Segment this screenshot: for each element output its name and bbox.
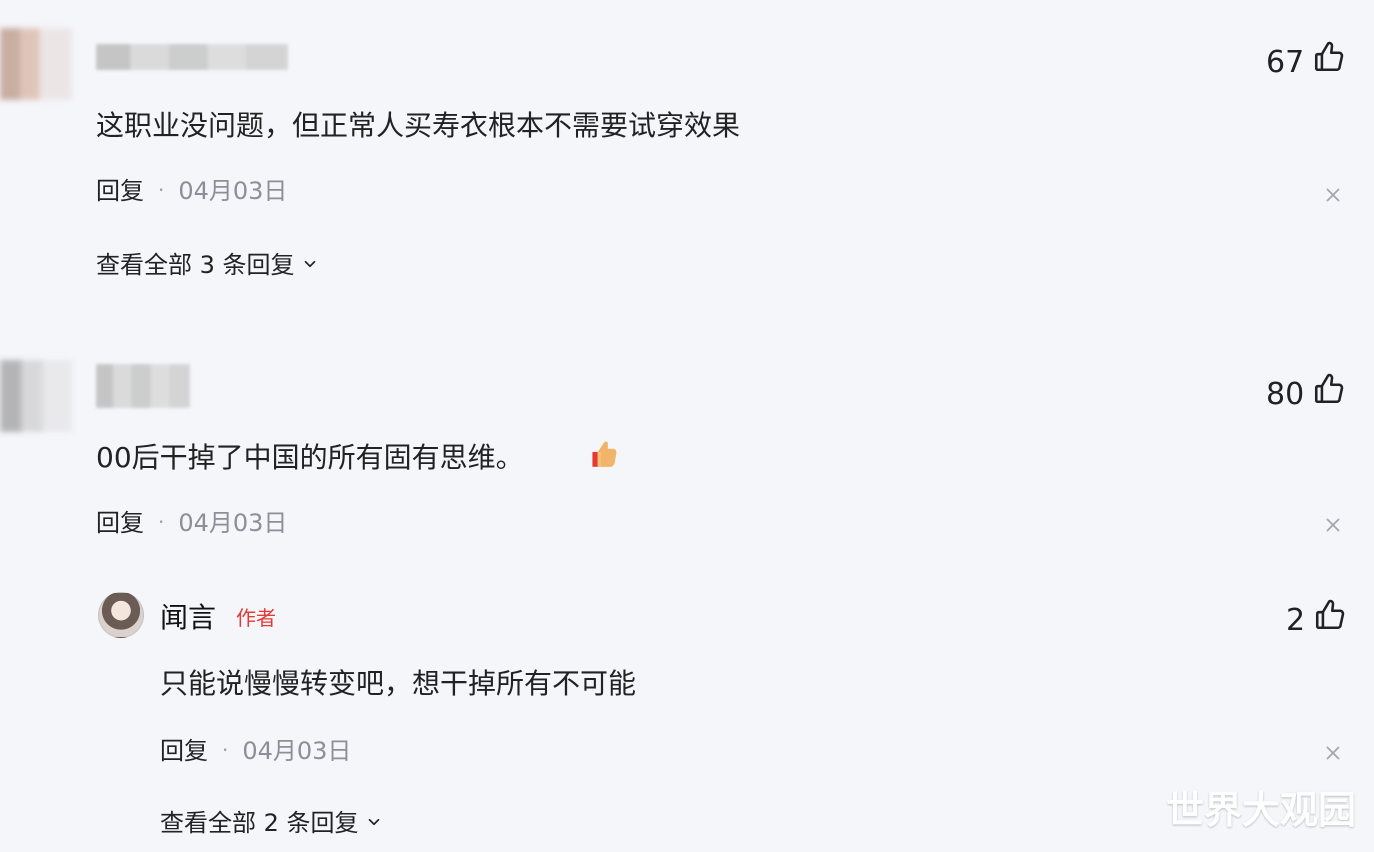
comment-1-reply-button[interactable]: 回复 xyxy=(96,174,144,208)
comment-1-view-replies[interactable]: 查看全部 3 条回复 xyxy=(96,248,319,282)
chevron-down-icon xyxy=(301,248,319,282)
reply-like-button[interactable]: 2 xyxy=(1286,598,1347,643)
thumbs-up-outline-icon xyxy=(1313,598,1347,643)
thumbs-up-outline-icon xyxy=(1312,372,1346,417)
comment-1-meta: 回复 · 04月03日 xyxy=(96,174,287,208)
chevron-down-icon xyxy=(365,806,383,840)
comment-2-avatar[interactable] xyxy=(0,360,72,432)
reply-reply-button[interactable]: 回复 xyxy=(160,734,208,768)
close-icon xyxy=(1322,188,1344,210)
reply-view-replies[interactable]: 查看全部 2 条回复 xyxy=(160,806,383,840)
thumbs-up-emoji-icon xyxy=(585,436,619,470)
author-badge: 作者 xyxy=(236,606,276,630)
separator-dot: · xyxy=(158,178,165,202)
reply-text: 只能说慢慢转变吧，想干掉所有不可能 xyxy=(160,667,637,700)
separator-dot: · xyxy=(222,738,229,762)
close-icon xyxy=(1322,746,1344,768)
reply-like-count: 2 xyxy=(1286,602,1306,638)
comment-1-avatar[interactable] xyxy=(0,28,72,100)
comment-1-like-button[interactable]: 67 xyxy=(1266,40,1346,85)
comment-2-like-count: 80 xyxy=(1266,376,1305,412)
comment-2-reply-button[interactable]: 回复 xyxy=(96,506,144,540)
author-avatar[interactable] xyxy=(98,592,144,638)
comment-2-meta: 回复 · 04月03日 xyxy=(96,506,287,540)
thumbs-up-outline-icon xyxy=(1312,40,1346,85)
comment-1-text: 这职业没问题，但正常人买寿衣根本不需要试穿效果 xyxy=(96,109,741,142)
comment-2-author-name[interactable] xyxy=(96,364,190,408)
comment-2-dismiss-button[interactable] xyxy=(1322,514,1344,536)
watermark: 世界大观园 xyxy=(1165,788,1356,832)
reply-date: 04月03日 xyxy=(242,737,352,765)
reply-author-name[interactable]: 闻言 xyxy=(160,598,216,638)
reply-meta: 回复 · 04月03日 xyxy=(160,734,351,768)
separator-dot: · xyxy=(158,510,165,534)
comment-2-like-button[interactable]: 80 xyxy=(1266,372,1346,417)
comment-1-like-count: 67 xyxy=(1266,44,1305,80)
comment-1-date: 04月03日 xyxy=(178,177,288,205)
reply-dismiss-button[interactable] xyxy=(1322,742,1344,764)
comment-1-author-name[interactable] xyxy=(96,44,288,70)
comment-1-view-replies-label: 查看全部 3 条回复 xyxy=(96,251,295,279)
comment-2-text: 00后干掉了中国的所有固有思维。 xyxy=(96,441,524,474)
comment-2-date: 04月03日 xyxy=(178,509,288,537)
reply-view-replies-label: 查看全部 2 条回复 xyxy=(160,809,359,837)
close-icon xyxy=(1322,518,1344,540)
comment-1-dismiss-button[interactable] xyxy=(1322,184,1344,206)
